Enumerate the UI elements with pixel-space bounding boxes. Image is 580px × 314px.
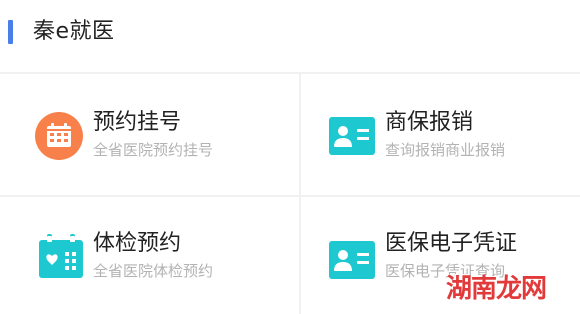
tile-appointment-registration[interactable]: 预约挂号 全省医院预约挂号: [0, 74, 290, 192]
section-header: 秦e就医: [0, 0, 580, 72]
section-title: 秦e就医: [33, 19, 115, 44]
tile-title: 商保报销: [385, 110, 474, 135]
tile-subtitle: 查询报销商业报销: [385, 141, 506, 159]
id-card-icon: [327, 111, 377, 161]
calendar-icon: [34, 111, 84, 161]
health-calendar-icon: [36, 232, 86, 282]
tile-title: 医保电子凭证: [385, 231, 518, 256]
tile-title: 体检预约: [93, 231, 182, 256]
id-card-icon: [327, 235, 377, 285]
section-accent-bar: [8, 20, 13, 44]
tile-title: 预约挂号: [93, 110, 182, 135]
watermark: 湖南龙网: [446, 274, 547, 304]
tile-commercial-insurance-claim[interactable]: 商保报销 查询报销商业报销: [301, 74, 580, 192]
tile-health-checkup-appointment[interactable]: 体检预约 全省医院体检预约: [0, 197, 290, 314]
tile-subtitle: 全省医院预约挂号: [93, 141, 214, 159]
tile-subtitle: 全省医院体检预约: [93, 262, 214, 280]
